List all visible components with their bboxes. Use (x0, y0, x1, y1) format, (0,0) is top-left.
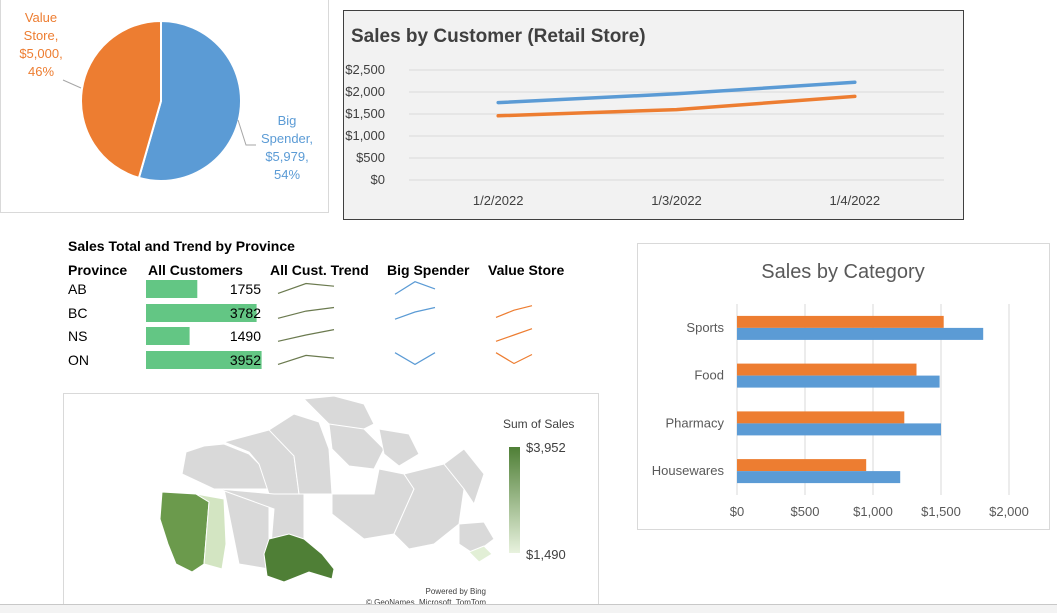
row-total-value-bc: 3782 (230, 305, 261, 321)
line-xtick-label: 1/3/2022 (651, 193, 702, 208)
bar-housewares-series-1[interactable] (737, 459, 867, 472)
row-trend-value-ns (495, 328, 533, 342)
big-spender-label-line3: $5,979, (265, 149, 308, 164)
row-province-on: ON (68, 352, 89, 368)
map-legend-min: $1,490 (526, 547, 566, 562)
on-province (263, 533, 335, 583)
line-ytick-label: $0 (371, 172, 385, 187)
row-province-ns: NS (68, 328, 87, 344)
row-total-value-ns: 1490 (230, 328, 261, 344)
bar-sports-series-1[interactable] (737, 315, 944, 328)
canada-map: Sum of Sales $3,952 $1,490 Powered by Bi… (159, 395, 574, 607)
bar-category-label-food: Food (694, 368, 724, 383)
header-province: Province (68, 262, 127, 278)
bar-xtick-label: $2,000 (989, 504, 1029, 519)
line-ytick-label: $500 (356, 150, 385, 165)
value-store-label-line2: Store, (24, 28, 59, 43)
row-trend-value-bc (495, 305, 533, 318)
line-ytick-label: $1,000 (345, 128, 385, 143)
value-store-label-line1: Value (25, 10, 57, 25)
big-spender-label-line1: Big (278, 113, 297, 128)
bar-pharmacy-series-1[interactable] (737, 411, 905, 424)
pie-chart-panel[interactable]: Value Store, $5,000, 46% Big Spender, $5… (0, 0, 329, 213)
row-trend-big-ab (394, 281, 436, 295)
header-all-cust-trend: All Cust. Trend (270, 262, 369, 278)
header-value-store: Value Store (488, 262, 564, 278)
big-spender-leader-line (237, 119, 256, 146)
bar-xtick-label: $500 (791, 504, 820, 519)
line-ytick-label: $2,500 (345, 62, 385, 77)
line-ytick-label: $2,000 (345, 84, 385, 99)
bar-category-label-housewares: Housewares (652, 463, 725, 478)
canada-map-panel[interactable]: Sum of Sales $3,952 $1,490 Powered by Bi… (63, 393, 599, 612)
bar-pharmacy-series-2[interactable] (737, 423, 941, 436)
row-trend-big-on (394, 352, 436, 366)
row-trend-all-bc (277, 306, 335, 319)
bar-xtick-label: $0 (730, 504, 744, 519)
pie-chart: Value Store, $5,000, 46% Big Spender, $5… (19, 10, 313, 182)
bar-category-label-pharmacy: Pharmacy (665, 415, 724, 430)
row-trend-all-ab (277, 282, 335, 294)
line-chart: Sales by Customer (Retail Store) $0 $500 $… (345, 26, 944, 208)
bar-housewares-series-2[interactable] (737, 471, 901, 484)
province-table: Sales Total and Trend by Province Provin… (62, 230, 602, 380)
bar-food-series-2[interactable] (737, 375, 940, 388)
bar-chart-title: Sales by Category (761, 261, 924, 283)
line-ytick-label: $1,500 (345, 106, 385, 121)
bar-xtick-label: $1,500 (921, 504, 961, 519)
bar-chart-panel[interactable]: Sales by Category Sports Food Pharmacy Hous… (637, 243, 1050, 530)
map-legend-gradient (509, 447, 520, 553)
bar-sports-series-2[interactable] (737, 327, 984, 340)
bar-xtick-label: $1,000 (853, 504, 893, 519)
row-province-bc: BC (68, 305, 87, 321)
header-big-spender: Big Spender (387, 262, 470, 278)
arctic-islands-2 (328, 423, 385, 470)
row-province-ab: AB (68, 281, 87, 297)
row-trend-value-on (495, 352, 533, 365)
line-chart-panel[interactable]: Sales by Customer (Retail Store) $0 $500 $… (343, 10, 964, 220)
value-store-leader-line (62, 79, 82, 89)
map-attribution-bing: Powered by Bing (426, 587, 486, 596)
bar-chart: Sales by Category Sports Food Pharmacy Hous… (652, 261, 1029, 519)
row-trend-all-on (277, 354, 335, 365)
bar-category-label-sports: Sports (686, 320, 724, 335)
line-chart-title: Sales by Customer (Retail Store) (351, 26, 646, 47)
row-trend-big-bc (394, 306, 436, 320)
value-store-label-line4: 46% (28, 64, 54, 79)
map-legend-max: $3,952 (526, 440, 566, 455)
line-xtick-label: 1/4/2022 (830, 193, 881, 208)
bar-food-series-1[interactable] (737, 363, 917, 376)
row-total-value-ab: 1755 (230, 281, 261, 297)
bc-province (159, 491, 210, 573)
row-total-bar-ns (146, 327, 190, 345)
header-all-customers: All Customers (148, 262, 243, 278)
line-xtick-label: 1/2/2022 (473, 193, 524, 208)
row-trend-all-ns (277, 329, 335, 342)
row-total-value-on: 3952 (230, 352, 261, 368)
arctic-islands-3 (378, 428, 420, 467)
big-spender-label-line2: Spender, (261, 131, 313, 146)
map-legend-title: Sum of Sales (503, 417, 574, 431)
row-total-bar-ab (146, 280, 198, 298)
big-spender-label-line4: 54% (274, 167, 300, 182)
value-store-label-line3: $5,000, (19, 46, 62, 61)
table-title: Sales Total and Trend by Province (68, 238, 295, 254)
